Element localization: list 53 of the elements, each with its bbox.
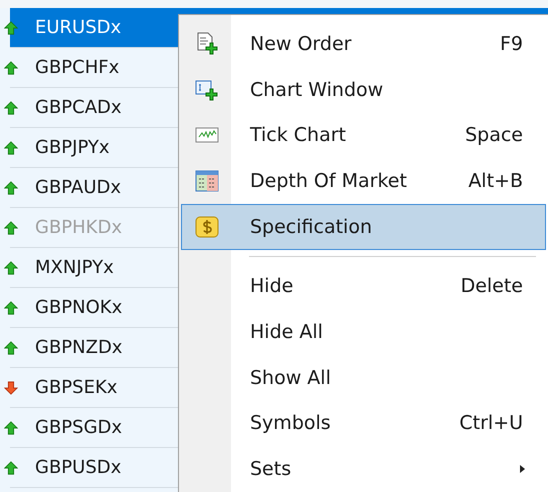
- up-arrow-icon: [4, 60, 18, 74]
- up-arrow-icon: [4, 180, 18, 194]
- up-arrow-icon: [4, 140, 18, 154]
- menu-item-label: Depth Of Market: [250, 170, 408, 192]
- menu-item-label: Tick Chart: [250, 124, 348, 146]
- symbol-name: MXNJPYx: [35, 257, 114, 278]
- menu-item[interactable]: Show All: [181, 354, 546, 400]
- depth-of-market-icon: [195, 169, 219, 194]
- symbol-name: GBPNZDx: [35, 337, 122, 358]
- shortcut-label: Alt+B: [468, 170, 523, 192]
- menu-item-label: Symbols: [250, 412, 332, 434]
- menu-item[interactable]: Hide Delete: [181, 263, 546, 309]
- up-arrow-icon: [4, 460, 18, 474]
- up-arrow-icon: [4, 300, 18, 314]
- menu-item[interactable]: Tick Chart Space: [181, 112, 546, 158]
- up-arrow-icon: [4, 420, 18, 434]
- menu-item[interactable]: Symbols Ctrl+U: [181, 400, 546, 446]
- up-arrow-icon: [4, 20, 18, 34]
- symbol-name: EURUSDx: [35, 17, 122, 38]
- symbol-name: GBPAUDx: [35, 177, 122, 198]
- up-arrow-icon: [4, 340, 18, 354]
- symbol-name: GBPJPYx: [35, 137, 110, 158]
- symbol-name: GBPSGDx: [35, 417, 122, 438]
- dollar-icon: [195, 214, 219, 239]
- up-arrow-icon: [4, 100, 18, 114]
- menu-item-label: Chart Window: [250, 78, 384, 101]
- menu-item[interactable]: Specification: [181, 204, 546, 250]
- down-arrow-icon: [4, 380, 18, 394]
- symbol-name: GBPSEKx: [35, 377, 118, 398]
- up-arrow-icon: [4, 220, 18, 234]
- menu-item[interactable]: Depth Of Market Alt+B: [181, 158, 546, 204]
- new-order-icon: [195, 32, 219, 56]
- symbol-name: GBPNOKx: [35, 297, 122, 318]
- menu-item[interactable]: Sets: [181, 446, 546, 492]
- menu-item[interactable]: Chart Window: [181, 66, 546, 113]
- menu-item[interactable]: Hide All: [181, 308, 546, 355]
- shortcut-label: Space: [465, 124, 523, 146]
- symbol-name: GBPHKDx: [35, 217, 122, 238]
- symbol-name: GBPUSDx: [35, 457, 122, 478]
- menu-item[interactable]: New Order F9: [181, 21, 546, 67]
- menu-item-label: New Order: [250, 32, 352, 55]
- menu-item-label: Show All: [250, 366, 332, 389]
- menu-item-label: Hide: [250, 275, 294, 298]
- up-arrow-icon: [4, 260, 18, 274]
- symbol-name: GBPCHFx: [35, 57, 120, 78]
- menu-item-label: Sets: [250, 458, 292, 480]
- symbol-name: GBPCADx: [35, 97, 122, 118]
- shortcut-label: F9: [500, 32, 523, 55]
- menu-item-label: Hide All: [250, 320, 324, 343]
- shortcut-label: Delete: [460, 275, 523, 298]
- menu-item-label: Specification: [250, 216, 373, 238]
- shortcut-label: Ctrl+U: [459, 412, 523, 434]
- chart-window-icon: [195, 78, 219, 102]
